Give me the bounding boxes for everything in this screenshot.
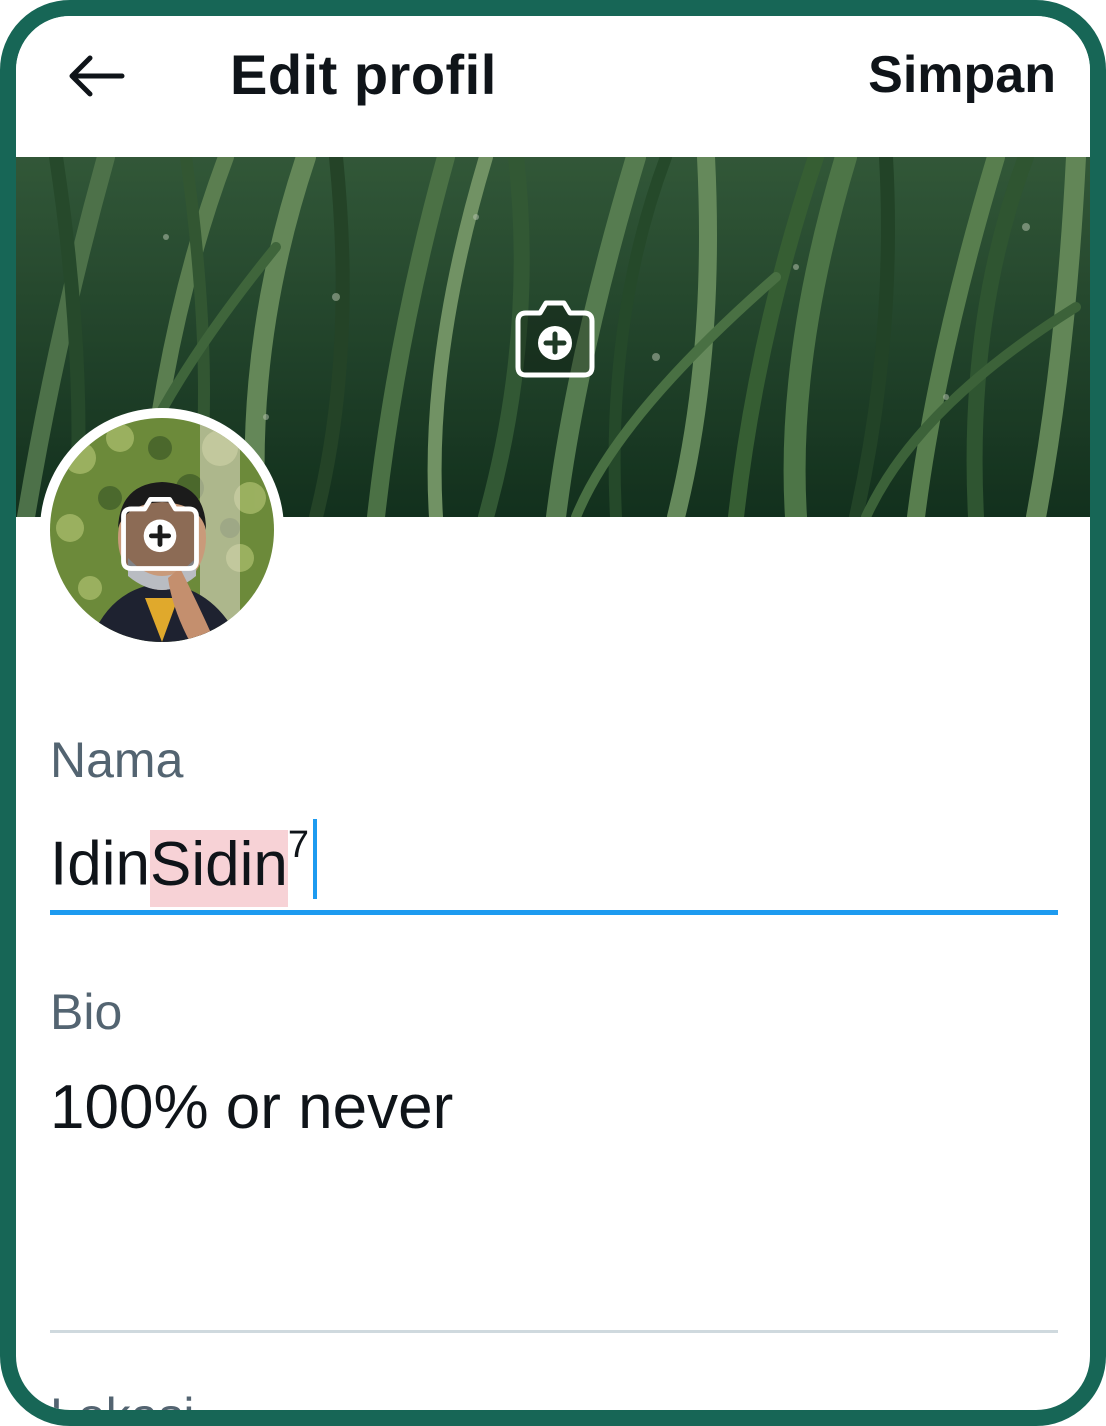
page-title: Edit profil — [230, 43, 497, 106]
bio-label: Bio — [50, 984, 123, 1040]
top-bar: Edit profil Simpan — [16, 16, 1090, 157]
text-caret — [312, 818, 317, 899]
camera-plus-icon[interactable] — [112, 484, 208, 580]
name-selected-text: Sidin — [149, 829, 288, 907]
arrow-left-icon — [69, 55, 125, 97]
name-text: Idin — [50, 829, 150, 899]
name-label: Nama — [50, 732, 184, 788]
avatar-container — [40, 408, 284, 652]
camera-plus-icon[interactable] — [504, 287, 604, 387]
back-button[interactable] — [56, 36, 136, 116]
avatar[interactable] — [50, 418, 274, 642]
bio-divider — [50, 1330, 1058, 1333]
phone-frame: Edit profil Simpan Nama IdinSidin7 Bio 1… — [0, 0, 1106, 1426]
location-label: Lokasi — [50, 1388, 195, 1426]
bio-input[interactable]: 100% or never — [50, 1068, 1058, 1148]
name-input[interactable]: IdinSidin7 — [50, 806, 1058, 916]
save-button[interactable]: Simpan — [868, 40, 1056, 110]
name-superscript: 7 — [287, 824, 309, 866]
name-input-underline — [50, 910, 1058, 915]
